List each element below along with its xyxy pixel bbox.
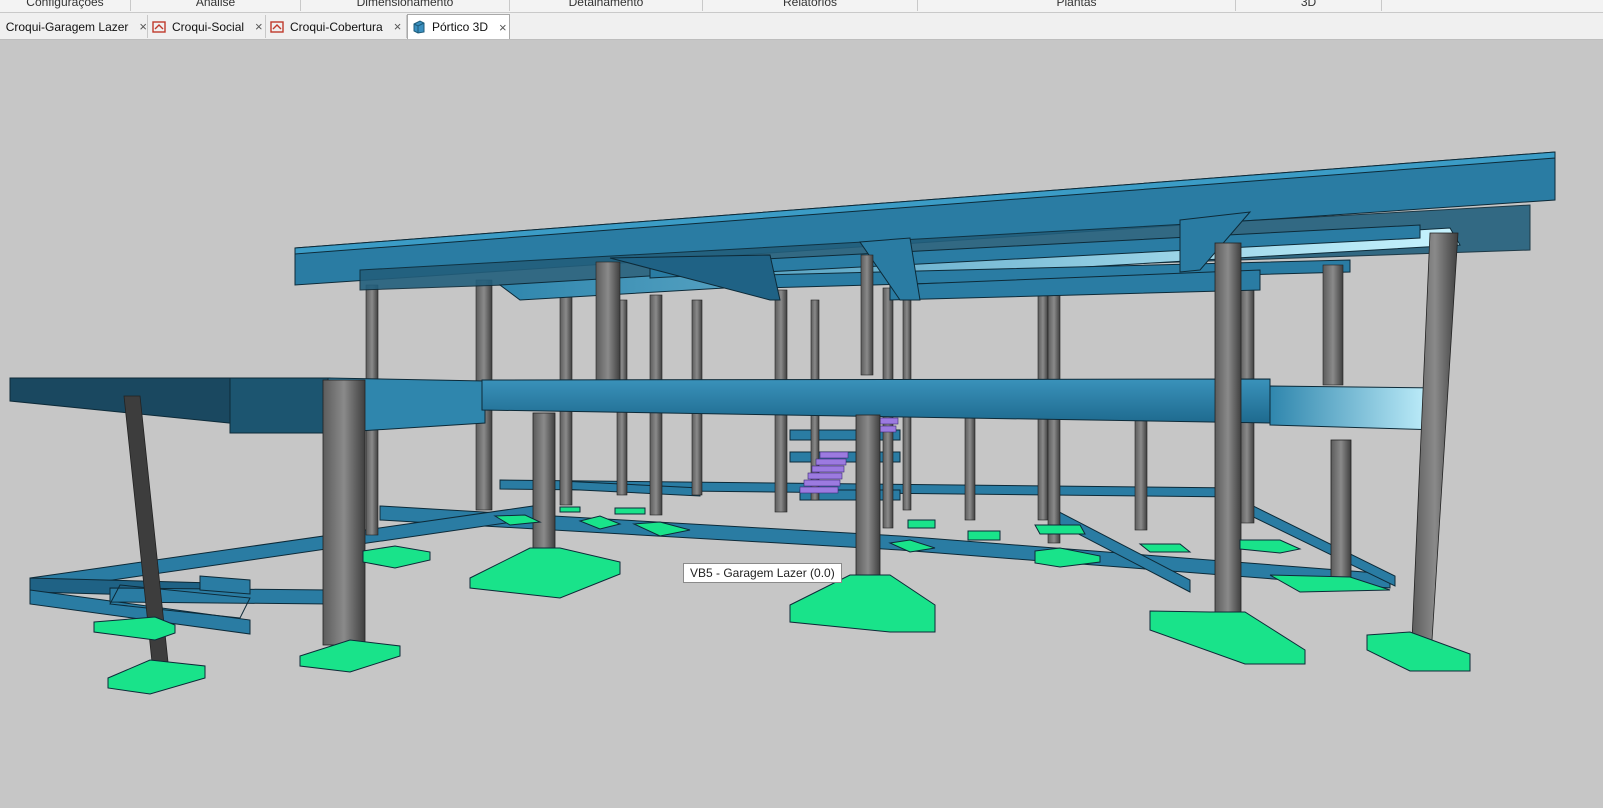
tab-label: Croqui-Cobertura — [290, 19, 383, 34]
tab-croqui-cobertura[interactable]: Croqui-Cobertura × — [266, 15, 407, 38]
menu-dimensionamento[interactable]: Dimensionamento — [301, 0, 510, 11]
tab-croqui-garagem-lazer[interactable]: Croqui-Garagem Lazer × — [0, 15, 148, 38]
menu-3d[interactable]: 3D — [1236, 0, 1382, 11]
tab-label: Croqui-Social — [172, 19, 245, 34]
menu-detalhamento[interactable]: Detalhamento — [510, 0, 703, 11]
front-columns — [123, 232, 1459, 663]
croqui-icon — [152, 20, 166, 33]
croqui-icon — [270, 20, 284, 33]
tab-label: Croqui-Garagem Lazer — [5, 19, 129, 34]
close-icon[interactable]: × — [255, 19, 263, 34]
close-icon[interactable]: × — [394, 19, 402, 34]
menu-analise[interactable]: Análise — [131, 0, 301, 11]
menu-plantas[interactable]: Plantas — [918, 0, 1236, 11]
3d-viewport[interactable]: VB5 - Garagem Lazer (0.0) — [0, 40, 1603, 805]
structure-3d-model[interactable] — [0, 40, 1603, 805]
element-tooltip: VB5 - Garagem Lazer (0.0) — [683, 563, 842, 583]
menu-configuracoes[interactable]: Configurações — [0, 0, 131, 11]
portico-3d-icon — [413, 20, 425, 34]
main-menubar: Configurações Análise Dimensionamento De… — [0, 0, 1603, 13]
tab-croqui-social[interactable]: Croqui-Social × — [148, 15, 266, 38]
tab-portico-3d[interactable]: Pórtico 3D × — [407, 14, 510, 39]
close-icon[interactable]: × — [499, 20, 507, 35]
tab-label: Pórtico 3D — [432, 20, 489, 34]
close-icon[interactable]: × — [139, 19, 147, 34]
document-tabbar: Croqui-Garagem Lazer × Croqui-Social × C… — [0, 13, 1603, 40]
roof-structure — [294, 151, 1556, 301]
menu-relatorios[interactable]: Relatórios — [703, 0, 918, 11]
